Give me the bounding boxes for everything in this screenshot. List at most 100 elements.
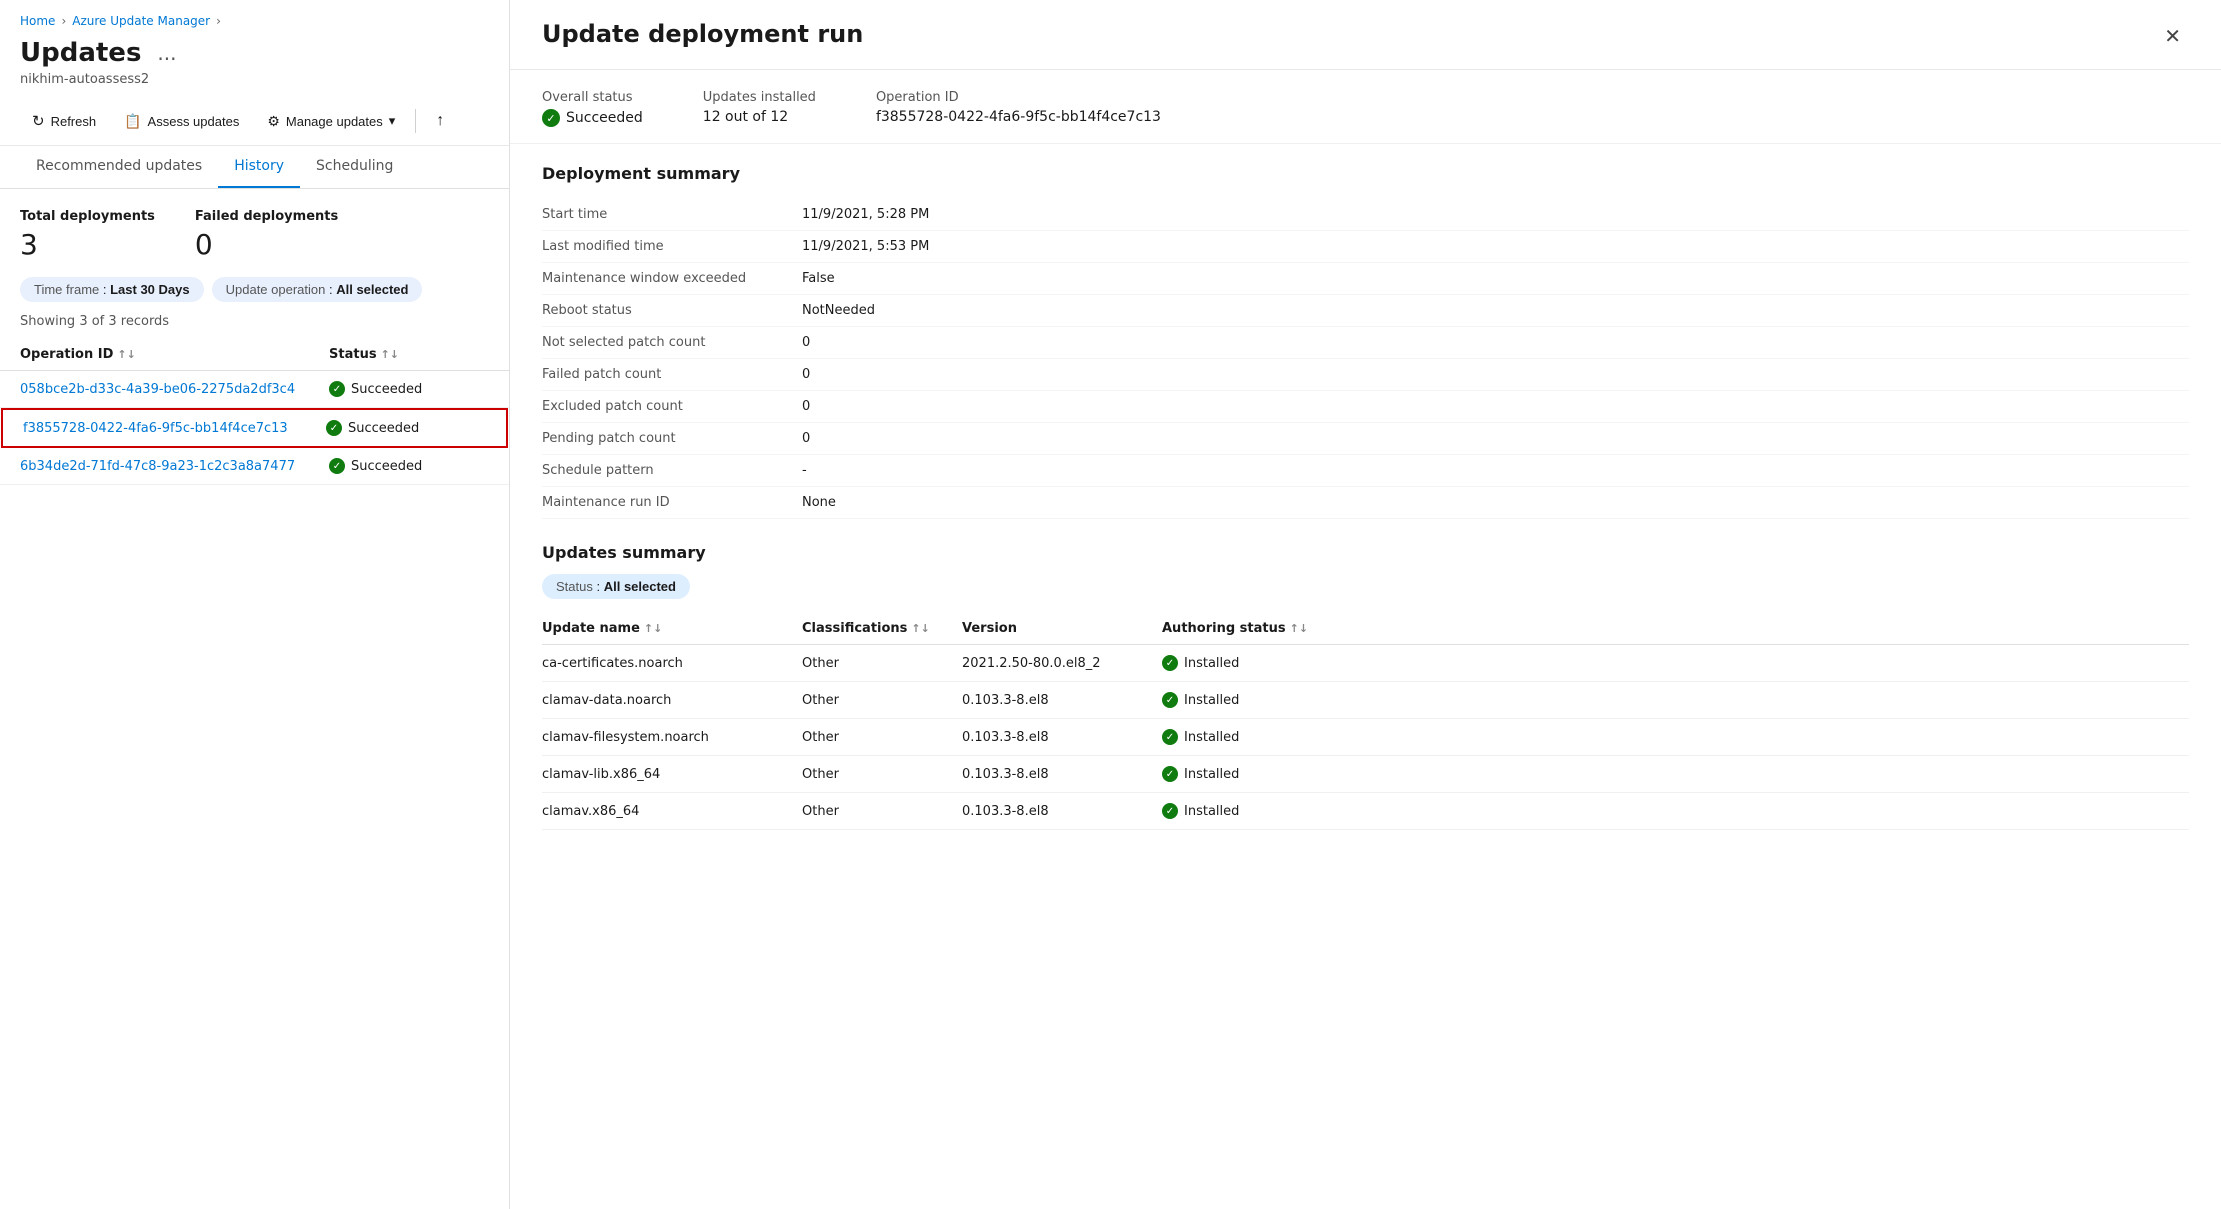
overall-status-value: Succeeded — [542, 109, 643, 127]
assess-updates-button[interactable]: 📋 Assess updates — [112, 107, 251, 136]
total-deployments-value: 3 — [20, 228, 155, 261]
overall-status-label: Overall status — [542, 90, 643, 105]
refresh-button[interactable]: ↻ Refresh — [20, 106, 108, 136]
table-header: Operation ID ↑↓ Status ↑↓ — [0, 339, 509, 371]
update-class-4: Other — [802, 804, 962, 819]
sort-status-icon: ↑↓ — [381, 348, 399, 361]
update-authoring-2: Installed — [1162, 729, 1342, 745]
update-version-0: 2021.2.50-80.0.el8_2 — [962, 656, 1162, 671]
update-class-2: Other — [802, 730, 962, 745]
table-row[interactable]: f3855728-0422-4fa6-9f5c-bb14f4ce7c13 Suc… — [1, 408, 508, 448]
updates-installed-value: 12 out of 12 — [703, 109, 816, 125]
authoring-status-icon-0 — [1162, 655, 1178, 671]
panel-title: Update deployment run — [542, 20, 863, 48]
failed-deployments-block: Failed deployments 0 — [195, 209, 338, 261]
summary-key-8: Schedule pattern — [542, 455, 802, 487]
updates-table-row[interactable]: clamav-filesystem.noarch Other 0.103.3-8… — [542, 719, 2189, 756]
updates-col-classifications[interactable]: Classifications ↑↓ — [802, 621, 962, 636]
breadcrumb: Home › Azure Update Manager › — [0, 0, 509, 34]
row-status-3: Succeeded — [329, 458, 489, 474]
failed-deployments-label: Failed deployments — [195, 209, 338, 224]
refresh-label: Refresh — [51, 114, 97, 129]
updates-status-filter-value: All selected — [604, 579, 676, 594]
update-name-0: ca-certificates.noarch — [542, 656, 802, 671]
summary-val-1: 11/9/2021, 5:53 PM — [802, 231, 2189, 263]
assess-icon: 📋 — [124, 113, 141, 130]
summary-val-4: 0 — [802, 327, 2189, 359]
update-version-1: 0.103.3-8.el8 — [962, 693, 1162, 708]
panel-content: Deployment summary Start time 11/9/2021,… — [510, 144, 2221, 850]
upload-icon: ↑ — [436, 112, 444, 130]
summary-key-3: Reboot status — [542, 295, 802, 327]
timeframe-filter[interactable]: Time frame : Last 30 Days — [20, 277, 204, 302]
tab-recommended-updates[interactable]: Recommended updates — [20, 146, 218, 188]
deployment-summary-grid: Start time 11/9/2021, 5:28 PM Last modif… — [542, 199, 2189, 519]
summary-key-0: Start time — [542, 199, 802, 231]
summary-val-9: None — [802, 487, 2189, 519]
updates-table-row[interactable]: clamav.x86_64 Other 0.103.3-8.el8 Instal… — [542, 793, 2189, 830]
stats-row: Total deployments 3 Failed deployments 0 — [0, 189, 509, 277]
updates-col-update-name[interactable]: Update name ↑↓ — [542, 621, 802, 636]
page-title-row: Updates ... — [0, 34, 509, 70]
updates-status-filter-label: Status — [556, 579, 593, 594]
breadcrumb-azure-update-manager[interactable]: Azure Update Manager — [72, 14, 210, 28]
operation-id-value: f3855728-0422-4fa6-9f5c-bb14f4ce7c13 — [876, 109, 1161, 125]
updates-col-version[interactable]: Version — [962, 621, 1162, 636]
update-version-4: 0.103.3-8.el8 — [962, 804, 1162, 819]
update-authoring-1: Installed — [1162, 692, 1342, 708]
summary-val-7: 0 — [802, 423, 2189, 455]
failed-deployments-value: 0 — [195, 228, 338, 261]
summary-key-1: Last modified time — [542, 231, 802, 263]
updates-status-filter[interactable]: Status : All selected — [542, 574, 690, 599]
row-operation-id-2[interactable]: f3855728-0422-4fa6-9f5c-bb14f4ce7c13 — [23, 421, 326, 436]
operation-filter-label: Update operation — [226, 282, 326, 297]
authoring-status-icon-3 — [1162, 766, 1178, 782]
close-button[interactable]: ✕ — [2156, 20, 2189, 53]
updates-installed-label: Updates installed — [703, 90, 816, 105]
authoring-status-icon-2 — [1162, 729, 1178, 745]
updates-col-authoring-status[interactable]: Authoring status ↑↓ — [1162, 621, 1342, 636]
manage-updates-label: Manage updates — [286, 114, 383, 129]
row-operation-id-1[interactable]: 058bce2b-d33c-4a39-be06-2275da2df3c4 — [20, 382, 329, 397]
update-authoring-4: Installed — [1162, 803, 1342, 819]
table-row[interactable]: 6b34de2d-71fd-47c8-9a23-1c2c3a8a7477 Suc… — [0, 448, 509, 485]
summary-key-2: Maintenance window exceeded — [542, 263, 802, 295]
page-title-menu[interactable]: ... — [151, 39, 182, 67]
chevron-down-icon: ▾ — [389, 113, 396, 129]
left-panel: Home › Azure Update Manager › Updates ..… — [0, 0, 510, 1209]
summary-key-9: Maintenance run ID — [542, 487, 802, 519]
update-authoring-0: Installed — [1162, 655, 1342, 671]
upload-button[interactable]: ↑ — [424, 105, 456, 137]
table-row[interactable]: 058bce2b-d33c-4a39-be06-2275da2df3c4 Suc… — [0, 371, 509, 408]
status-icon-3 — [329, 458, 345, 474]
operation-filter[interactable]: Update operation : All selected — [212, 277, 423, 302]
updates-table-row[interactable]: ca-certificates.noarch Other 2021.2.50-8… — [542, 645, 2189, 682]
panel-top-meta: Overall status Succeeded Updates install… — [510, 70, 2221, 144]
status-icon-2 — [326, 420, 342, 436]
toolbar-divider — [415, 109, 416, 133]
summary-val-3: NotNeeded — [802, 295, 2189, 327]
update-name-3: clamav-lib.x86_64 — [542, 767, 802, 782]
breadcrumb-home[interactable]: Home — [20, 14, 55, 28]
operation-filter-value: All selected — [336, 282, 408, 297]
sort-authoring-status-icon: ↑↓ — [1290, 622, 1308, 635]
update-class-3: Other — [802, 767, 962, 782]
summary-val-6: 0 — [802, 391, 2189, 423]
updates-installed-block: Updates installed 12 out of 12 — [703, 90, 816, 127]
updates-table-row[interactable]: clamav-data.noarch Other 0.103.3-8.el8 I… — [542, 682, 2189, 719]
summary-val-0: 11/9/2021, 5:28 PM — [802, 199, 2189, 231]
col-header-operation-id[interactable]: Operation ID ↑↓ — [20, 347, 329, 362]
tab-scheduling[interactable]: Scheduling — [300, 146, 409, 188]
total-deployments-label: Total deployments — [20, 209, 155, 224]
manage-updates-button[interactable]: ⚙ Manage updates ▾ — [255, 107, 407, 136]
col-header-status[interactable]: Status ↑↓ — [329, 347, 489, 362]
row-operation-id-3[interactable]: 6b34de2d-71fd-47c8-9a23-1c2c3a8a7477 — [20, 459, 329, 474]
summary-key-4: Not selected patch count — [542, 327, 802, 359]
update-name-4: clamav.x86_64 — [542, 804, 802, 819]
summary-key-5: Failed patch count — [542, 359, 802, 391]
sort-classifications-icon: ↑↓ — [911, 622, 929, 635]
update-name-1: clamav-data.noarch — [542, 693, 802, 708]
sort-update-name-icon: ↑↓ — [644, 622, 662, 635]
tab-history[interactable]: History — [218, 146, 300, 188]
updates-table-row[interactable]: clamav-lib.x86_64 Other 0.103.3-8.el8 In… — [542, 756, 2189, 793]
